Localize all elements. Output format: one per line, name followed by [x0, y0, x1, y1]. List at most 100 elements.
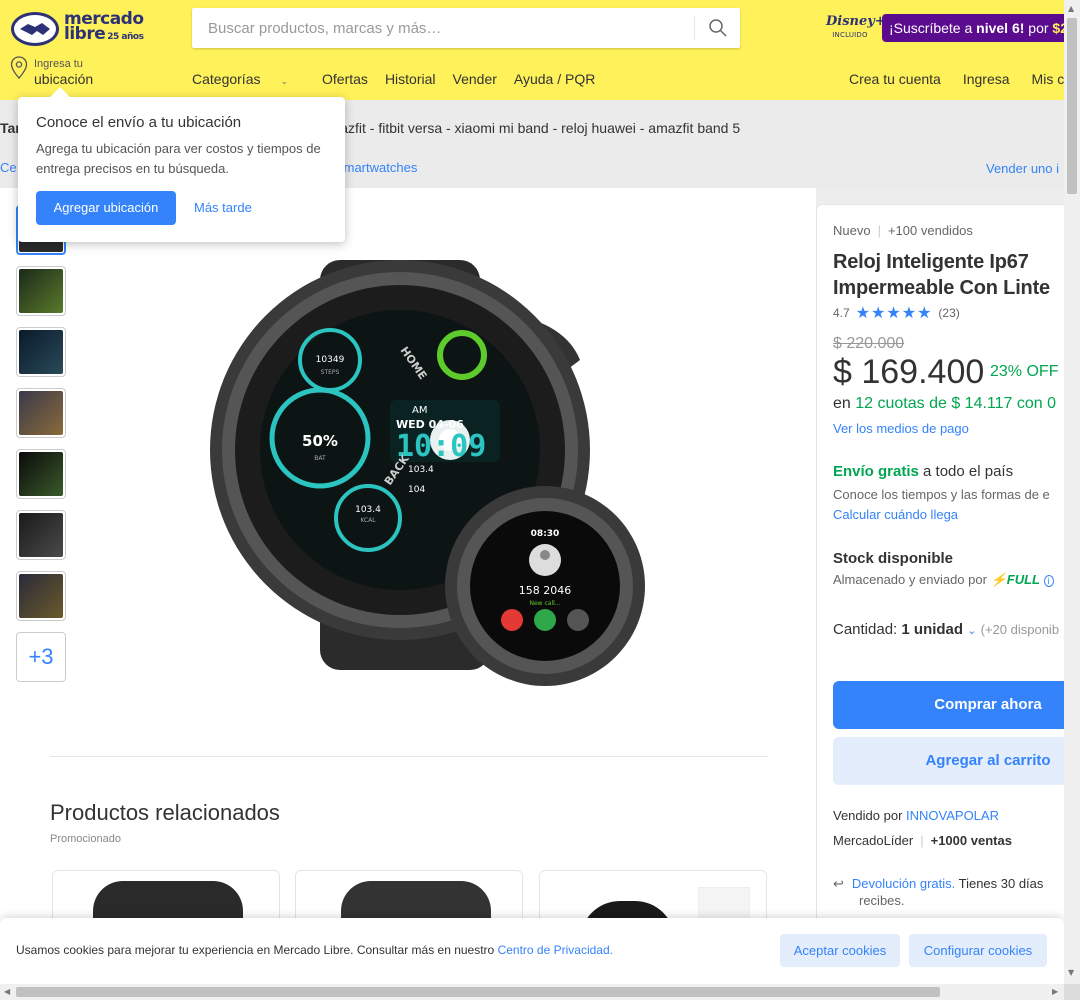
returns-text-2: recibes. [859, 893, 905, 908]
handshake-icon [10, 11, 60, 46]
free-returns-link[interactable]: Devolución gratis. [852, 876, 955, 891]
nav-categorias[interactable]: Categorías ⌄ [192, 71, 305, 87]
product-title: Reloj Inteligente Ip67 Impermeable Con Li… [833, 249, 1050, 301]
scroll-right-icon[interactable]: ▶ [1052, 987, 1058, 996]
seller-sales: +1000 ventas [930, 833, 1012, 848]
configure-cookies-button[interactable]: Configurar cookies [909, 934, 1047, 967]
popup-body: Agrega tu ubicación para ver costos y ti… [36, 141, 321, 176]
scroll-up-icon[interactable]: ▲ [1068, 4, 1074, 13]
shipping-scope: a todo el país [918, 463, 1014, 480]
nav-ofertas[interactable]: Ofertas [322, 71, 368, 87]
sell-similar-link[interactable]: Vender uno i [986, 161, 1059, 176]
location-label: Ingresa tu [34, 58, 83, 70]
breadcrumb-last[interactable]: martwatches [344, 160, 418, 175]
gallery-thumbnail[interactable] [16, 449, 66, 499]
seller-level: MercadoLíder [833, 833, 914, 848]
gallery-thumbnail[interactable] [16, 266, 66, 316]
vertical-scroll-thumb[interactable] [1067, 18, 1077, 194]
shipping-info: Envío gratis a todo el país [833, 463, 1013, 480]
gallery-more-button[interactable]: +3 [16, 632, 66, 682]
location-selector[interactable]: Ingresa tu ubicación [10, 56, 140, 90]
gallery-thumbnail[interactable] [16, 388, 66, 438]
search-icon [709, 19, 727, 37]
logo-text-line2: libre [64, 23, 106, 44]
accept-cookies-button[interactable]: Aceptar cookies [780, 934, 900, 967]
cookie-message: Usamos cookies para mejorar tu experienc… [16, 943, 498, 957]
seller-reputation: MercadoLíder | +1000 ventas [833, 833, 1012, 848]
later-button[interactable]: Más tarde [194, 191, 252, 225]
nav-ayuda[interactable]: Ayuda / PQR [514, 71, 595, 87]
add-to-cart-button[interactable]: Agregar al carrito [833, 737, 1064, 785]
gallery-thumbnails: +3 [16, 205, 66, 693]
watch-ampm: AM [412, 405, 427, 416]
scroll-down-icon[interactable]: ▼ [1068, 968, 1074, 977]
vertical-scrollbar[interactable]: ▲ ▼ [1064, 0, 1080, 1000]
disney-logo: Disney+ [826, 14, 886, 29]
seller-prefix: Vendido por [833, 808, 907, 823]
payment-methods-link[interactable]: Ver los medios de pago [833, 421, 969, 436]
search-button[interactable] [696, 8, 740, 48]
product-title-line1: Reloj Inteligente Ip67 [833, 251, 1029, 273]
gallery-thumbnail[interactable] [16, 510, 66, 560]
watch-steps-label: STEPS [321, 369, 340, 376]
fulfillment-info: Almacenado y enviado por ⚡FULL i [833, 572, 1054, 588]
location-value: ubicación [34, 71, 94, 87]
chevron-down-icon: ⌄ [967, 625, 977, 637]
account-nav: Crea tu cuenta Ingresa Mis co [849, 71, 1080, 87]
horizontal-scrollbar[interactable]: ◀ ▶ [0, 984, 1064, 1000]
gallery-more-count: +3 [28, 644, 54, 669]
search-bar [192, 8, 740, 48]
shipping-details: Conoce los tiempos y las formas de e [833, 487, 1050, 502]
watch-battery: 50% [302, 432, 338, 450]
add-location-button[interactable]: Agregar ubicación [36, 191, 176, 225]
small-watch-number: 158 2046 [519, 584, 572, 597]
location-pin-icon [10, 56, 28, 79]
buy-now-button[interactable]: Comprar ahora [833, 681, 1064, 729]
returns-info: ↩ Devolución gratis. Tienes 30 días [833, 875, 1043, 893]
installments-value: 12 cuotas de $ 14.117 con 0 [855, 395, 1056, 412]
search-input[interactable] [192, 8, 692, 48]
rating-stars-icon: ★★★★★ [855, 305, 933, 322]
disney-plus-badge[interactable]: Disney+ INCLUIDO [826, 14, 886, 46]
promo-text-2: por [1024, 20, 1053, 36]
watch-stat-2: 104 [408, 485, 425, 495]
gallery-thumbnail[interactable] [16, 327, 66, 377]
product-status: Nuevo | +100 vendidos [833, 223, 973, 238]
installments-prefix: en [833, 395, 856, 412]
installments: en 12 cuotas de $ 14.117 con 0 [833, 395, 1056, 413]
related-products-title: Productos relacionados [50, 800, 280, 825]
cookie-banner: Usamos cookies para mejorar tu experienc… [0, 918, 1064, 984]
login-link[interactable]: Ingresa [963, 71, 1010, 87]
cookie-text: Usamos cookies para mejorar tu experienc… [16, 943, 613, 957]
related-searches-links[interactable]: amazfit - fitbit versa - xiaomi mi band … [321, 120, 740, 136]
condition-label: Nuevo [833, 223, 871, 238]
small-watch-caption: New call... [529, 600, 560, 607]
product-title-line2: Impermeable Con Linte [833, 277, 1050, 299]
calculate-delivery-link[interactable]: Calcular cuándo llega [833, 507, 958, 522]
info-icon[interactable]: i [1043, 575, 1054, 587]
watch-kcal: 103.4 [355, 505, 381, 515]
subscription-promo-banner[interactable]: ¡Suscríbete a nivel 6! por $2 [882, 14, 1064, 42]
seller-name-link[interactable]: INNOVAPOLAR [906, 808, 999, 823]
nav-vender[interactable]: Vender [453, 71, 497, 87]
horizontal-scroll-thumb[interactable] [16, 987, 940, 997]
return-arrow-icon: ↩ [833, 876, 844, 891]
create-account-link[interactable]: Crea tu cuenta [849, 71, 941, 87]
buy-box: Nuevo | +100 vendidos Reloj Inteligente Ip… [816, 204, 1064, 1000]
returns-text: Tienes 30 días [955, 876, 1044, 891]
main-nav: Categorías ⌄ Ofertas Historial Vender Ayu… [192, 71, 612, 87]
mercadolibre-logo[interactable]: mercado libre 25 años [10, 10, 150, 46]
review-count: (23) [938, 306, 960, 320]
nav-historial[interactable]: Historial [385, 71, 436, 87]
promo-level: nivel 6! [976, 20, 1025, 36]
sold-count: +100 vendidos [887, 223, 973, 238]
privacy-center-link[interactable]: Centro de Privacidad. [498, 943, 613, 957]
gallery-thumbnail[interactable] [16, 571, 66, 621]
scroll-left-icon[interactable]: ◀ [4, 987, 10, 996]
quantity-selector[interactable]: Cantidad: 1 unidad ⌄ (+20 disponib [833, 621, 1059, 638]
product-rating[interactable]: 4.7 ★★★★★ (23) [833, 303, 960, 323]
chevron-down-icon: ⌄ [280, 76, 289, 86]
breadcrumb-first[interactable]: Ce [0, 160, 17, 175]
product-image[interactable]: 10349 STEPS AM WED 04-06 10:09 50% BAT 1… [200, 250, 650, 690]
related-products-subtitle: Promocionado [50, 833, 121, 845]
